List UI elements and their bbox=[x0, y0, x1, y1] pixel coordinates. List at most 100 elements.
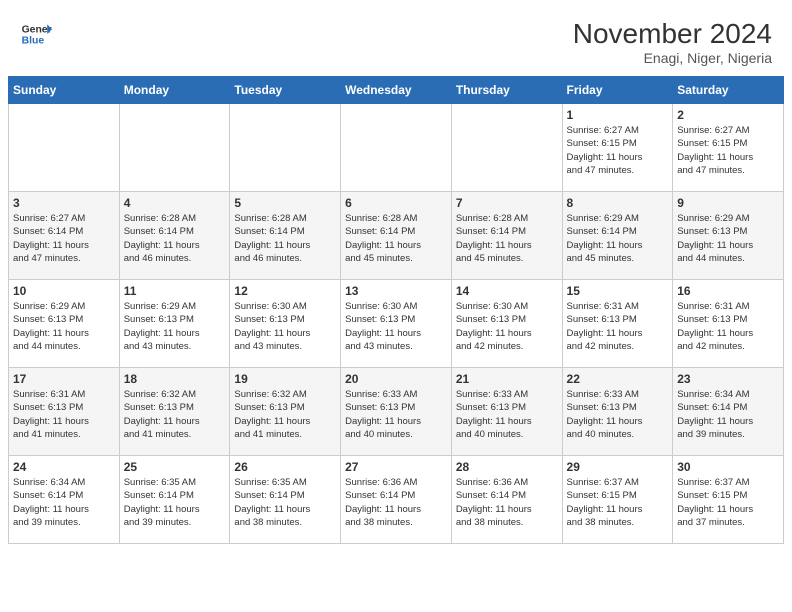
day-number: 28 bbox=[456, 460, 558, 474]
weekday-header-tuesday: Tuesday bbox=[230, 77, 341, 104]
day-info: Sunrise: 6:32 AM Sunset: 6:13 PM Dayligh… bbox=[124, 388, 226, 441]
calendar-cell: 29 Sunrise: 6:37 AM Sunset: 6:15 PM Dayli… bbox=[562, 456, 673, 544]
calendar-cell: 6Sunrise: 6:28 AM Sunset: 6:14 PM Daylig… bbox=[341, 192, 452, 280]
day-number: 26 bbox=[234, 460, 336, 474]
calendar-cell: 14 Sunrise: 6:30 AM Sunset: 6:13 PM Dayli… bbox=[451, 280, 562, 368]
day-info: Sunrise: 6:31 AM Sunset: 6:13 PM Dayligh… bbox=[13, 388, 115, 441]
day-number: 24 bbox=[13, 460, 115, 474]
day-number: 22 bbox=[567, 372, 669, 386]
calendar-cell bbox=[119, 104, 230, 192]
day-number: 27 bbox=[345, 460, 447, 474]
calendar-cell: 5 Sunrise: 6:28 AM Sunset: 6:14 PM Daylig… bbox=[230, 192, 341, 280]
day-number: 16 bbox=[677, 284, 779, 298]
day-info: Sunrise: 6:31 AM Sunset: 6:13 PM Dayligh… bbox=[567, 300, 669, 353]
calendar-cell: 21 Sunrise: 6:33 AM Sunset: 6:13 PM Dayli… bbox=[451, 368, 562, 456]
day-number: 1 bbox=[567, 108, 669, 122]
day-number: 19 bbox=[234, 372, 336, 386]
day-info: Sunrise: 6:30 AM Sunset: 6:13 PM Dayligh… bbox=[345, 300, 447, 353]
weekday-header-wednesday: Wednesday bbox=[341, 77, 452, 104]
calendar-cell: 18 Sunrise: 6:32 AM Sunset: 6:13 PM Dayli… bbox=[119, 368, 230, 456]
day-info: Sunrise: 6:29 AM Sunset: 6:13 PM Dayligh… bbox=[677, 212, 779, 265]
day-number: 3 bbox=[13, 196, 115, 210]
calendar-week-3: 10 Sunrise: 6:29 AM Sunset: 6:13 PM Dayli… bbox=[9, 280, 784, 368]
weekday-header-thursday: Thursday bbox=[451, 77, 562, 104]
logo-icon: General Blue bbox=[20, 18, 52, 50]
calendar-cell: 27 Sunrise: 6:36 AM Sunset: 6:14 PM Dayli… bbox=[341, 456, 452, 544]
day-info: Sunrise: 6:31 AM Sunset: 6:13 PM Dayligh… bbox=[677, 300, 779, 353]
day-number: 8 bbox=[567, 196, 669, 210]
calendar-cell: 10 Sunrise: 6:29 AM Sunset: 6:13 PM Dayli… bbox=[9, 280, 120, 368]
day-number: 18 bbox=[124, 372, 226, 386]
day-info: Sunrise: 6:29 AM Sunset: 6:13 PM Dayligh… bbox=[124, 300, 226, 353]
title-block: November 2024 Enagi, Niger, Nigeria bbox=[573, 18, 772, 66]
day-number: 30 bbox=[677, 460, 779, 474]
calendar-cell: 2 Sunrise: 6:27 AM Sunset: 6:15 PM Daylig… bbox=[673, 104, 784, 192]
day-number: 25 bbox=[124, 460, 226, 474]
day-info: Sunrise: 6:27 AM Sunset: 6:15 PM Dayligh… bbox=[677, 124, 779, 177]
day-number: 5 bbox=[234, 196, 336, 210]
day-info: Sunrise: 6:35 AM Sunset: 6:14 PM Dayligh… bbox=[124, 476, 226, 529]
calendar-cell: 4Sunrise: 6:28 AM Sunset: 6:14 PM Daylig… bbox=[119, 192, 230, 280]
calendar-cell: 3 Sunrise: 6:27 AM Sunset: 6:14 PM Daylig… bbox=[9, 192, 120, 280]
weekday-header-sunday: Sunday bbox=[9, 77, 120, 104]
calendar-cell: 13 Sunrise: 6:30 AM Sunset: 6:13 PM Dayli… bbox=[341, 280, 452, 368]
calendar-week-1: 1 Sunrise: 6:27 AM Sunset: 6:15 PM Daylig… bbox=[9, 104, 784, 192]
svg-text:Blue: Blue bbox=[22, 36, 45, 47]
day-info: Sunrise: 6:36 AM Sunset: 6:14 PM Dayligh… bbox=[456, 476, 558, 529]
day-info: Sunrise: 6:36 AM Sunset: 6:14 PM Dayligh… bbox=[345, 476, 447, 529]
calendar-cell: 30 Sunrise: 6:37 AM Sunset: 6:15 PM Dayli… bbox=[673, 456, 784, 544]
day-number: 7 bbox=[456, 196, 558, 210]
logo: General Blue bbox=[20, 18, 52, 50]
calendar-cell bbox=[230, 104, 341, 192]
calendar-cell bbox=[341, 104, 452, 192]
day-info: Sunrise: 6:28 AM Sunset: 6:14 PM Dayligh… bbox=[234, 212, 336, 265]
day-number: 12 bbox=[234, 284, 336, 298]
day-number: 29 bbox=[567, 460, 669, 474]
calendar-body: 1 Sunrise: 6:27 AM Sunset: 6:15 PM Daylig… bbox=[9, 104, 784, 544]
day-info: Sunrise: 6:33 AM Sunset: 6:13 PM Dayligh… bbox=[567, 388, 669, 441]
calendar-cell: 7 Sunrise: 6:28 AM Sunset: 6:14 PM Daylig… bbox=[451, 192, 562, 280]
day-number: 14 bbox=[456, 284, 558, 298]
calendar-cell: 24 Sunrise: 6:34 AM Sunset: 6:14 PM Dayli… bbox=[9, 456, 120, 544]
calendar-week-4: 17Sunrise: 6:31 AM Sunset: 6:13 PM Dayli… bbox=[9, 368, 784, 456]
page-title: November 2024 bbox=[573, 18, 772, 50]
day-info: Sunrise: 6:29 AM Sunset: 6:13 PM Dayligh… bbox=[13, 300, 115, 353]
calendar-week-2: 3 Sunrise: 6:27 AM Sunset: 6:14 PM Daylig… bbox=[9, 192, 784, 280]
day-info: Sunrise: 6:30 AM Sunset: 6:13 PM Dayligh… bbox=[234, 300, 336, 353]
calendar-cell: 9 Sunrise: 6:29 AM Sunset: 6:13 PM Daylig… bbox=[673, 192, 784, 280]
day-number: 4 bbox=[124, 196, 226, 210]
calendar-cell: 20Sunrise: 6:33 AM Sunset: 6:13 PM Dayli… bbox=[341, 368, 452, 456]
calendar-cell: 25 Sunrise: 6:35 AM Sunset: 6:14 PM Dayli… bbox=[119, 456, 230, 544]
calendar-cell bbox=[451, 104, 562, 192]
page-header: General Blue November 2024 Enagi, Niger,… bbox=[0, 0, 792, 76]
day-info: Sunrise: 6:28 AM Sunset: 6:14 PM Dayligh… bbox=[456, 212, 558, 265]
day-number: 10 bbox=[13, 284, 115, 298]
day-number: 21 bbox=[456, 372, 558, 386]
calendar-week-5: 24 Sunrise: 6:34 AM Sunset: 6:14 PM Dayli… bbox=[9, 456, 784, 544]
weekday-header-friday: Friday bbox=[562, 77, 673, 104]
calendar-wrapper: SundayMondayTuesdayWednesdayThursdayFrid… bbox=[0, 76, 792, 552]
day-info: Sunrise: 6:28 AM Sunset: 6:14 PM Dayligh… bbox=[345, 212, 447, 265]
day-info: Sunrise: 6:30 AM Sunset: 6:13 PM Dayligh… bbox=[456, 300, 558, 353]
weekday-header-saturday: Saturday bbox=[673, 77, 784, 104]
day-info: Sunrise: 6:34 AM Sunset: 6:14 PM Dayligh… bbox=[677, 388, 779, 441]
day-number: 2 bbox=[677, 108, 779, 122]
calendar-header: SundayMondayTuesdayWednesdayThursdayFrid… bbox=[9, 77, 784, 104]
calendar-cell: 12 Sunrise: 6:30 AM Sunset: 6:13 PM Dayli… bbox=[230, 280, 341, 368]
day-number: 13 bbox=[345, 284, 447, 298]
day-number: 23 bbox=[677, 372, 779, 386]
calendar-cell: 19 Sunrise: 6:32 AM Sunset: 6:13 PM Dayli… bbox=[230, 368, 341, 456]
day-info: Sunrise: 6:27 AM Sunset: 6:14 PM Dayligh… bbox=[13, 212, 115, 265]
day-info: Sunrise: 6:33 AM Sunset: 6:13 PM Dayligh… bbox=[456, 388, 558, 441]
day-info: Sunrise: 6:32 AM Sunset: 6:13 PM Dayligh… bbox=[234, 388, 336, 441]
calendar-cell bbox=[9, 104, 120, 192]
day-info: Sunrise: 6:37 AM Sunset: 6:15 PM Dayligh… bbox=[677, 476, 779, 529]
calendar-cell: 15Sunrise: 6:31 AM Sunset: 6:13 PM Dayli… bbox=[562, 280, 673, 368]
day-info: Sunrise: 6:37 AM Sunset: 6:15 PM Dayligh… bbox=[567, 476, 669, 529]
day-number: 11 bbox=[124, 284, 226, 298]
calendar-cell: 16 Sunrise: 6:31 AM Sunset: 6:13 PM Dayli… bbox=[673, 280, 784, 368]
day-number: 9 bbox=[677, 196, 779, 210]
day-info: Sunrise: 6:35 AM Sunset: 6:14 PM Dayligh… bbox=[234, 476, 336, 529]
calendar-cell: 22 Sunrise: 6:33 AM Sunset: 6:13 PM Dayli… bbox=[562, 368, 673, 456]
day-info: Sunrise: 6:34 AM Sunset: 6:14 PM Dayligh… bbox=[13, 476, 115, 529]
